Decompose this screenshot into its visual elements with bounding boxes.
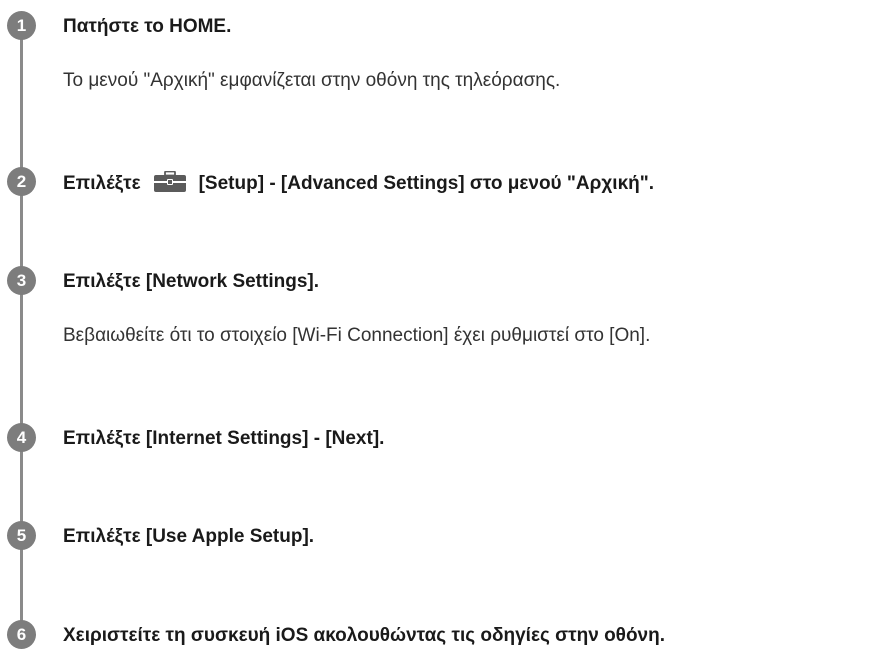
procedure-steps: 1 Πατήστε το HOME. Το μενού "Αρχική" εμφ… bbox=[0, 0, 890, 649]
toolbox-icon bbox=[153, 170, 187, 193]
step-title: Πατήστε το HOME. bbox=[63, 16, 232, 37]
step-title: Επιλέξτε [Network Settings]. bbox=[63, 271, 319, 292]
step-number-badge: 3 bbox=[7, 266, 36, 295]
step-title: Επιλέξτε [Setup] - [Advanced Settings] σ… bbox=[63, 170, 655, 196]
step-timeline-line bbox=[20, 30, 23, 642]
step-title-text: [Setup] - [Advanced Settings] στο μενού … bbox=[198, 173, 655, 194]
step-number-badge: 6 bbox=[7, 620, 36, 649]
step-number-badge: 2 bbox=[7, 167, 36, 196]
step-title: Επιλέξτε [Use Apple Setup]. bbox=[63, 526, 315, 547]
step-number-badge: 5 bbox=[7, 521, 36, 550]
step-number-badge: 1 bbox=[7, 11, 36, 40]
step-number-badge: 4 bbox=[7, 423, 36, 452]
step-description: Το μενού "Αρχική" εμφανίζεται στην οθόνη… bbox=[63, 70, 561, 91]
step-title: Χειριστείτε τη συσκευή iOS ακολουθώντας … bbox=[63, 625, 665, 646]
step-title-text: Επιλέξτε bbox=[63, 173, 141, 194]
step-title: Επιλέξτε [Internet Settings] - [Next]. bbox=[63, 428, 385, 449]
step-description: Βεβαιωθείτε ότι το στοιχείο [Wi-Fi Conne… bbox=[63, 325, 651, 346]
